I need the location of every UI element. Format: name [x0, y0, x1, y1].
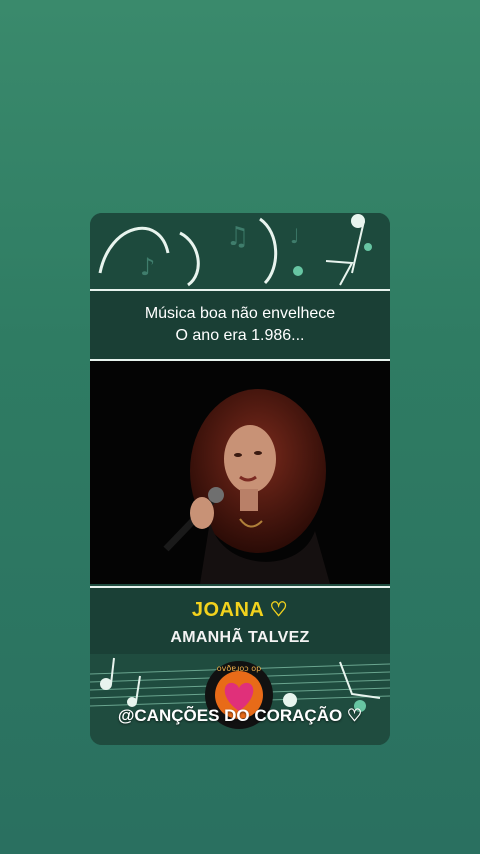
caption-line-2: O ano era 1.986... [175, 327, 305, 344]
logo-text: ovðɐɹoɔ op [217, 664, 261, 673]
music-notes-decoration-top: ♫ ♪ ♩ [90, 213, 390, 291]
song-title: AMANHÃ TALVEZ [170, 629, 310, 646]
song-title-box: JOANA ♡ AMANHÃ TALVEZ [90, 586, 390, 656]
account-handle[interactable]: @CANÇÕES DO CORAÇÃO ♡ [90, 706, 390, 726]
svg-text:♩: ♩ [290, 224, 299, 248]
artist-name: JOANA ♡ [191, 599, 289, 621]
svg-text:♫: ♫ [226, 222, 249, 252]
caption-line-1: Música boa não envelhece [144, 305, 336, 322]
story-card: ♫ ♪ ♩ Música boa não envelhece O ano era… [90, 213, 390, 745]
svg-text:♪: ♪ [140, 253, 155, 281]
video-frame[interactable] [90, 361, 390, 584]
caption-box: Música boa não envelhece O ano era 1.986… [90, 289, 390, 361]
